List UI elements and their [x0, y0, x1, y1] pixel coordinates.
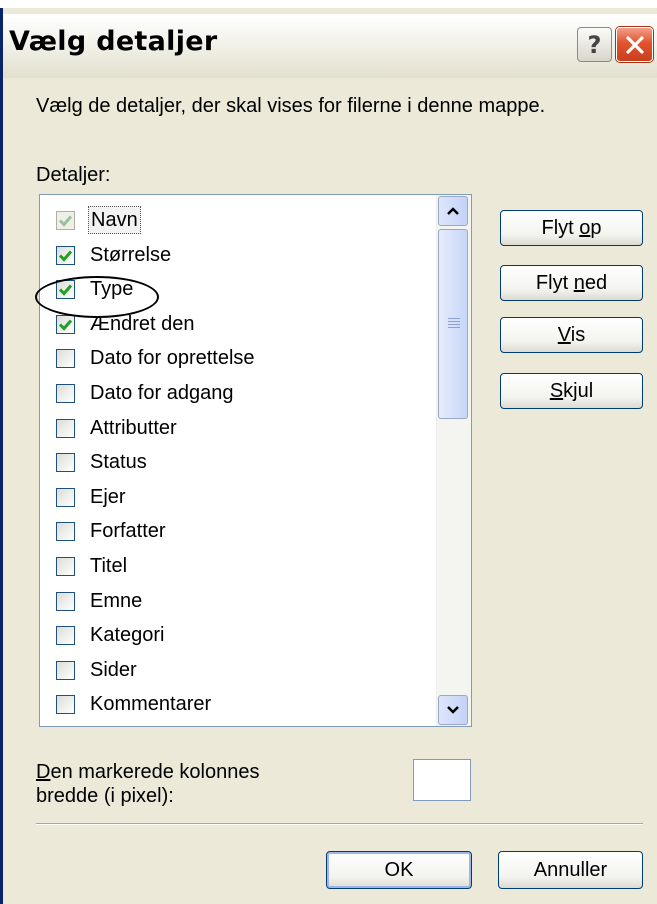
- list-item[interactable]: [40, 724, 438, 726]
- list-item[interactable]: Forfatter: [40, 516, 438, 548]
- checkbox[interactable]: [56, 453, 75, 473]
- checkbox[interactable]: [56, 211, 75, 230]
- list-item[interactable]: Kommentarer: [40, 689, 438, 721]
- checkbox[interactable]: [56, 695, 75, 715]
- checkbox[interactable]: [56, 384, 75, 403]
- hide-button[interactable]: Skjul: [500, 373, 643, 409]
- list-item-label: Kategori: [90, 624, 165, 647]
- checkbox[interactable]: [56, 418, 75, 438]
- choose-details-dialog: Vælg detaljer ? Vælg de detaljer, der sk…: [0, 8, 657, 904]
- list-item-label: Forfatter: [90, 520, 166, 543]
- checkbox[interactable]: [56, 314, 75, 334]
- list-item-label: Ejer: [90, 485, 126, 508]
- grip-icon: [448, 318, 460, 330]
- list-item-label: Status: [90, 451, 147, 474]
- chevron-up-icon: [447, 207, 459, 215]
- separator: [36, 823, 643, 825]
- list-item[interactable]: Sider: [40, 655, 438, 687]
- scroll-down-button[interactable]: [438, 695, 468, 725]
- list-item-label: Titel: [90, 555, 128, 577]
- move-down-label: Flyt ned: [535, 271, 608, 294]
- column-width-input[interactable]: [413, 759, 471, 801]
- checkbox[interactable]: [56, 280, 75, 300]
- checkmark-icon: [58, 215, 73, 227]
- list-item[interactable]: Størrelse: [40, 240, 438, 272]
- list-item[interactable]: Emne: [40, 586, 438, 618]
- checkbox[interactable]: [56, 591, 75, 611]
- checkmark-icon: [58, 250, 73, 262]
- list-item[interactable]: Navn: [40, 205, 438, 237]
- checkbox[interactable]: [56, 557, 75, 576]
- list-item-label: Type: [90, 278, 134, 301]
- list-item[interactable]: Ændret den: [40, 309, 438, 341]
- move-up-label: Flyt op: [541, 216, 602, 239]
- checkmark-icon: [58, 284, 73, 296]
- list-item[interactable]: Ejer: [40, 482, 438, 514]
- list-item[interactable]: Kategori: [40, 620, 438, 652]
- list-item[interactable]: Attributter: [40, 413, 438, 445]
- list-item-label: Ændret den: [90, 312, 195, 335]
- hide-label: Skjul: [549, 379, 594, 402]
- list-item-label: Navn: [88, 206, 141, 234]
- scroll-thumb[interactable]: [438, 229, 468, 419]
- chevron-down-icon: [447, 706, 459, 714]
- cancel-button[interactable]: Annuller: [498, 851, 643, 889]
- help-label: ?: [587, 30, 602, 59]
- checkmark-icon: [58, 319, 73, 331]
- details-listbox[interactable]: Navn Størrelse Type Ændret den Dato for opre…: [39, 194, 472, 727]
- scroll-up-button[interactable]: [438, 196, 468, 226]
- show-label: Vis: [557, 323, 586, 346]
- dialog-title: Vælg detaljer: [9, 26, 218, 57]
- list-item-label: Størrelse: [90, 243, 172, 266]
- close-icon: [625, 35, 644, 54]
- help-button[interactable]: ?: [577, 27, 612, 62]
- list-item-label: Dato for adgang: [90, 382, 234, 404]
- list-item[interactable]: Type: [40, 274, 438, 306]
- list-item-label: Attributter: [90, 416, 177, 439]
- list-item[interactable]: Dato for adgang: [40, 378, 438, 410]
- checkbox[interactable]: [56, 487, 75, 507]
- checkbox[interactable]: [56, 245, 75, 265]
- close-button[interactable]: [616, 27, 653, 62]
- list-item[interactable]: Titel: [40, 551, 438, 583]
- title-bar[interactable]: Vælg detaljer ?: [3, 14, 657, 78]
- list-item-label: Emne: [90, 589, 143, 612]
- move-down-button[interactable]: Flyt ned: [500, 265, 643, 301]
- show-button[interactable]: Vis: [500, 317, 643, 353]
- list-item[interactable]: Dato for oprettelse: [40, 343, 438, 375]
- ok-button[interactable]: OK: [326, 851, 472, 889]
- dialog-description: Vælg de detaljer, der skal vises for fil…: [36, 95, 546, 117]
- column-width-label: Den markerede kolonnes bredde (i pixel):: [36, 761, 260, 807]
- list-item[interactable]: Status: [40, 447, 438, 479]
- list-item-label: Kommentarer: [90, 693, 212, 716]
- list-item-label: Dato for oprettelse: [90, 347, 255, 370]
- vertical-scrollbar[interactable]: [436, 195, 471, 726]
- checkbox[interactable]: [56, 522, 75, 542]
- list-item-label: Sider: [90, 658, 137, 681]
- checkbox[interactable]: [56, 626, 75, 646]
- details-label: Detaljer:: [36, 164, 111, 186]
- checkbox[interactable]: [56, 660, 75, 680]
- checkbox[interactable]: [56, 349, 75, 369]
- move-up-button[interactable]: Flyt op: [500, 210, 643, 246]
